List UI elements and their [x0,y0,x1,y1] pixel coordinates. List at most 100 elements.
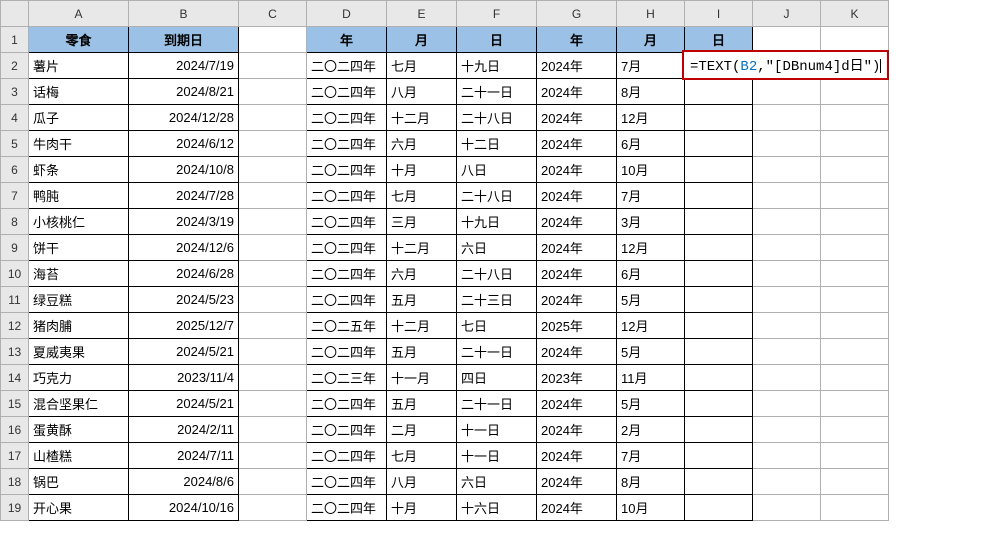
cell-day-cn[interactable]: 二十一日 [457,339,537,365]
cell-day-cn[interactable]: 四日 [457,365,537,391]
cell-empty-K[interactable] [821,235,889,261]
cell-snack[interactable]: 海苔 [29,261,129,287]
col-header-C[interactable]: C [239,1,307,27]
cell-month-num[interactable]: 5月 [617,391,685,417]
cell-month-cn[interactable]: 八月 [387,469,457,495]
cell-day-cn[interactable]: 十九日 [457,53,537,79]
cell-year-num[interactable]: 2024年 [537,131,617,157]
cell-month-num[interactable]: 8月 [617,469,685,495]
cell-month-num[interactable]: 12月 [617,235,685,261]
cell-year-num[interactable]: 2024年 [537,53,617,79]
cell-month-num[interactable]: 10月 [617,157,685,183]
header-month-num[interactable]: 月 [617,27,685,53]
cell-day-cn[interactable]: 二十一日 [457,79,537,105]
cell-day-num[interactable] [685,365,753,391]
row-header-12[interactable]: 12 [1,313,29,339]
cell-day-cn[interactable]: 二十三日 [457,287,537,313]
cell-snack[interactable]: 锅巴 [29,469,129,495]
cell-expiry[interactable]: 2024/6/12 [129,131,239,157]
cell-expiry[interactable]: 2024/3/19 [129,209,239,235]
col-header-F[interactable]: F [457,1,537,27]
row-header-1[interactable]: 1 [1,27,29,53]
cell-day-cn[interactable]: 二十一日 [457,391,537,417]
cell-day-num[interactable] [685,469,753,495]
cell-empty-J[interactable] [753,495,821,521]
cell-month-cn[interactable]: 十月 [387,157,457,183]
cell-empty-J[interactable] [753,365,821,391]
cell-day-cn[interactable]: 二十八日 [457,183,537,209]
cell-year-num[interactable]: 2024年 [537,183,617,209]
cell-month-num[interactable]: 3月 [617,209,685,235]
cell-snack[interactable]: 瓜子 [29,105,129,131]
header-year-num[interactable]: 年 [537,27,617,53]
cell-empty-J[interactable] [753,235,821,261]
cell-empty-K[interactable] [821,339,889,365]
row-header-7[interactable]: 7 [1,183,29,209]
row-header-16[interactable]: 16 [1,417,29,443]
cell-empty-J[interactable] [753,287,821,313]
cell-expiry[interactable]: 2024/10/8 [129,157,239,183]
cell-year-num[interactable]: 2024年 [537,235,617,261]
cell-year-cn[interactable]: 二〇二四年 [307,105,387,131]
row-header-8[interactable]: 8 [1,209,29,235]
cell-expiry[interactable]: 2024/5/21 [129,391,239,417]
cell-expiry[interactable]: 2024/5/23 [129,287,239,313]
cell-month-num[interactable]: 12月 [617,313,685,339]
cell-empty-C[interactable] [239,313,307,339]
cell-empty-C[interactable] [239,287,307,313]
cell-empty-J[interactable] [753,209,821,235]
cell-empty-J[interactable] [753,261,821,287]
cell-snack[interactable]: 混合坚果仁 [29,391,129,417]
cell-empty-C[interactable] [239,209,307,235]
cell-day-num[interactable] [685,287,753,313]
cell-snack[interactable]: 绿豆糕 [29,287,129,313]
cell-snack[interactable]: 牛肉干 [29,131,129,157]
cell-year-cn[interactable]: 二〇二四年 [307,287,387,313]
cell-year-num[interactable]: 2025年 [537,313,617,339]
cell-empty-C[interactable] [239,495,307,521]
cell-year-cn[interactable]: 二〇二四年 [307,79,387,105]
cell-month-num[interactable]: 5月 [617,287,685,313]
cell-snack[interactable]: 巧克力 [29,365,129,391]
cell-empty-K[interactable] [821,495,889,521]
cell-month-num[interactable]: 7月 [617,53,685,79]
cell-day-num[interactable] [685,261,753,287]
cell-expiry[interactable]: 2024/12/28 [129,105,239,131]
row-header-6[interactable]: 6 [1,157,29,183]
col-header-G[interactable]: G [537,1,617,27]
cell-month-cn[interactable]: 六月 [387,261,457,287]
cell-year-num[interactable]: 2024年 [537,469,617,495]
select-all-corner[interactable] [1,1,29,27]
cell-month-num[interactable]: 7月 [617,183,685,209]
cell-year-num[interactable]: 2024年 [537,391,617,417]
header-day-cn[interactable]: 日 [457,27,537,53]
cell-snack[interactable]: 虾条 [29,157,129,183]
cell-J1[interactable] [753,27,821,53]
cell-expiry[interactable]: 2024/6/28 [129,261,239,287]
cell-year-cn[interactable]: 二〇二四年 [307,469,387,495]
cell-year-cn[interactable]: 二〇二四年 [307,261,387,287]
header-year-cn[interactable]: 年 [307,27,387,53]
cell-year-cn[interactable]: 二〇二四年 [307,495,387,521]
col-header-H[interactable]: H [617,1,685,27]
cell-empty-J[interactable] [753,105,821,131]
cell-expiry[interactable]: 2024/8/6 [129,469,239,495]
header-snack[interactable]: 零食 [29,27,129,53]
cell-empty-C[interactable] [239,391,307,417]
cell-snack[interactable]: 夏威夷果 [29,339,129,365]
row-header-14[interactable]: 14 [1,365,29,391]
cell-empty-C[interactable] [239,53,307,79]
cell-snack[interactable]: 鸭肫 [29,183,129,209]
cell-day-cn[interactable]: 十一日 [457,417,537,443]
cell-year-cn[interactable]: 二〇二四年 [307,417,387,443]
cell-year-num[interactable]: 2024年 [537,261,617,287]
cell-expiry[interactable]: 2023/11/4 [129,365,239,391]
cell-day-num[interactable] [685,183,753,209]
cell-month-cn[interactable]: 五月 [387,391,457,417]
cell-year-cn[interactable]: 二〇二四年 [307,443,387,469]
cell-snack[interactable]: 话梅 [29,79,129,105]
cell-empty-K[interactable] [821,79,889,105]
cell-year-num[interactable]: 2023年 [537,365,617,391]
row-header-4[interactable]: 4 [1,105,29,131]
cell-year-num[interactable]: 2024年 [537,157,617,183]
